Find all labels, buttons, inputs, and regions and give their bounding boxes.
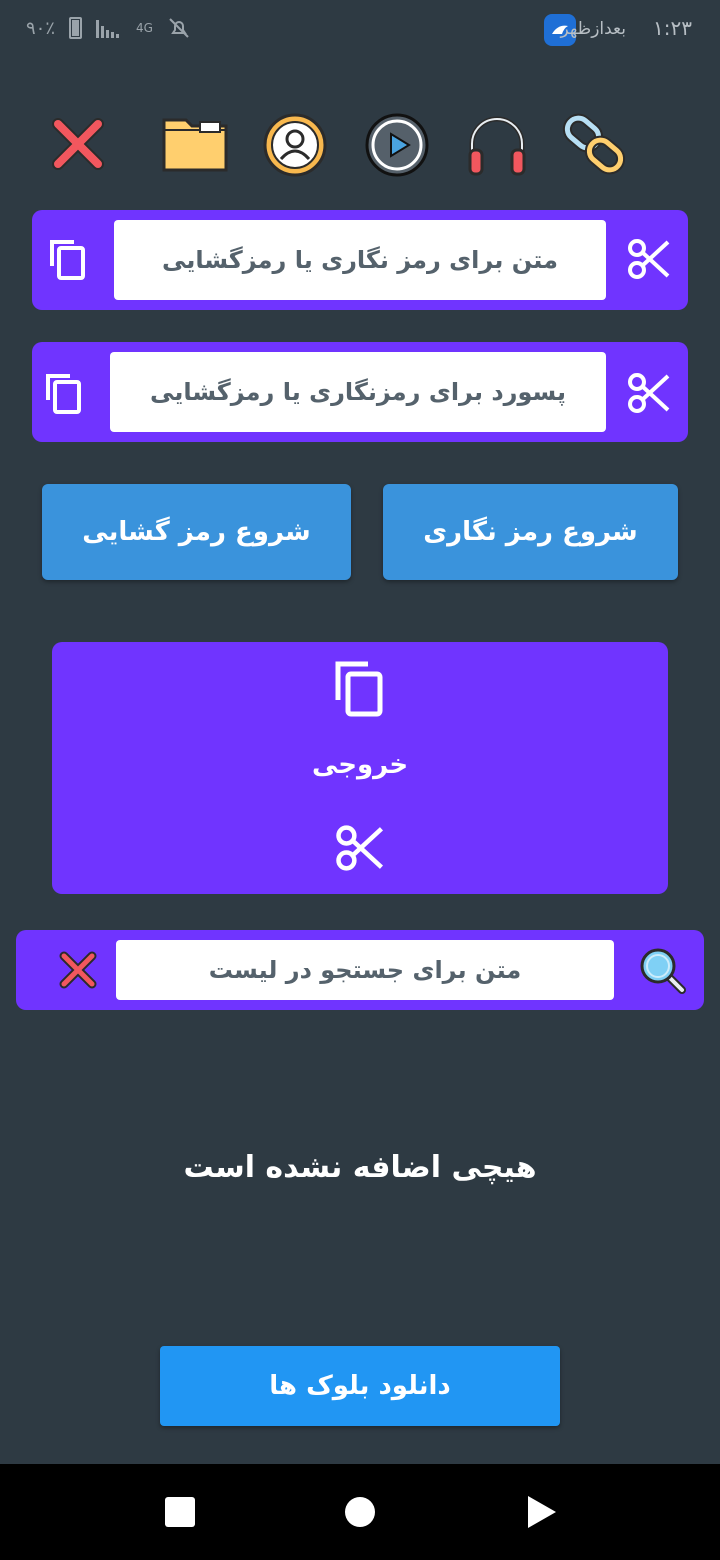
download-blocks-button[interactable]: دانلود بلوک ها (160, 1346, 560, 1426)
output-card: خروجی (52, 642, 668, 894)
empty-list-message: هیچی اضافه نشده است (183, 1150, 537, 1185)
search-icon[interactable] (638, 946, 688, 996)
play-icon[interactable] (364, 112, 430, 178)
search-card: متن برای جستجو در لیست (16, 930, 704, 1010)
text-input-card: متن برای رمز نگاری یا رمزگشایی (32, 210, 688, 310)
text-input-field[interactable]: متن برای رمز نگاری یا رمزگشایی (114, 220, 606, 300)
download-button-label: دانلود بلوک ها (269, 1371, 451, 1401)
scissors-icon[interactable] (626, 236, 672, 282)
encrypt-button-label: شروع رمز نگاری (423, 517, 638, 547)
status-ampm: بعدازظهر (560, 19, 626, 39)
copy-icon[interactable] (46, 236, 92, 282)
search-input-placeholder: متن برای جستجو در لیست (208, 956, 522, 984)
output-label: خروجی (311, 750, 409, 780)
top-toolbar (0, 112, 720, 178)
battery-percent: ۹۰٪ (26, 17, 56, 39)
folder-icon[interactable] (162, 112, 228, 178)
signal-icon (96, 20, 120, 38)
search-input[interactable]: متن برای جستجو در لیست (116, 940, 614, 1000)
battery-icon (69, 17, 83, 39)
status-bar: ۹۰٪ 4G بعدازظهر ۱:۲۳ (0, 0, 720, 60)
copy-icon[interactable] (334, 660, 386, 718)
close-x-icon[interactable] (44, 112, 110, 178)
decrypt-button-label: شروع رمز گشایی (82, 517, 311, 547)
status-time: ۱:۲۳ (653, 16, 692, 40)
back-triangle-icon[interactable] (524, 1494, 560, 1530)
network-type: 4G (136, 21, 153, 35)
password-input-placeholder: پسورد برای رمزنگاری یا رمزگشایی (150, 378, 566, 406)
scissors-icon[interactable] (626, 370, 672, 416)
password-input-field[interactable]: پسورد برای رمزنگاری یا رمزگشایی (110, 352, 606, 432)
scissors-icon[interactable] (334, 822, 386, 874)
copy-icon[interactable] (42, 370, 88, 416)
clear-search-icon[interactable] (56, 948, 102, 994)
password-input-card: پسورد برای رمزنگاری یا رمزگشایی (32, 342, 688, 442)
headphones-icon[interactable] (464, 112, 530, 178)
status-left: ۹۰٪ 4G (26, 16, 191, 40)
bell-off-icon (169, 18, 189, 38)
text-input-placeholder: متن برای رمز نگاری یا رمزگشایی (162, 246, 558, 274)
decrypt-button[interactable]: شروع رمز گشایی (42, 484, 351, 580)
user-avatar-icon[interactable] (262, 112, 328, 178)
encrypt-button[interactable]: شروع رمز نگاری (383, 484, 678, 580)
link-icon[interactable] (562, 112, 628, 178)
home-circle-icon[interactable] (342, 1494, 378, 1530)
recents-square-icon[interactable] (162, 1494, 198, 1530)
app-screen: ۹۰٪ 4G بعدازظهر ۱:۲۳ متن برای رمز نگاری … (0, 0, 720, 1560)
navigation-bar (0, 1464, 720, 1560)
